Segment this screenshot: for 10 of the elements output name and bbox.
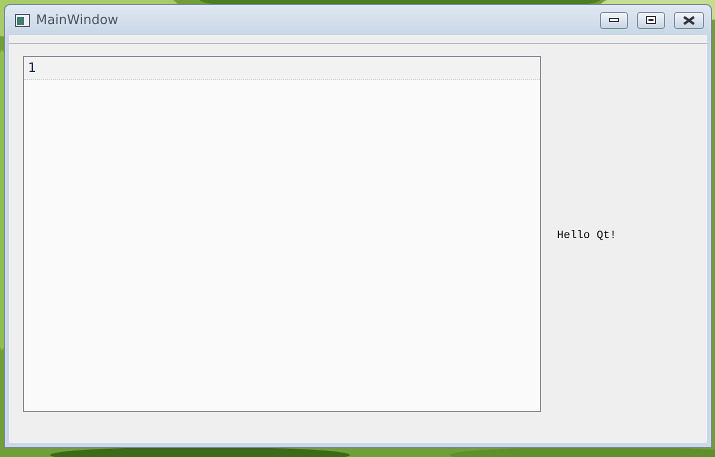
minimize-icon [609, 18, 619, 22]
window-icon [15, 14, 30, 26]
maximize-button[interactable] [637, 12, 665, 28]
close-icon [683, 16, 695, 24]
hello-label: Hello Qt! [557, 230, 616, 242]
minimize-button[interactable] [600, 12, 628, 28]
text-editor[interactable]: 1 [23, 56, 541, 412]
window-title: MainWindow [36, 12, 120, 28]
maximize-icon [646, 16, 656, 24]
close-button[interactable] [674, 12, 704, 28]
